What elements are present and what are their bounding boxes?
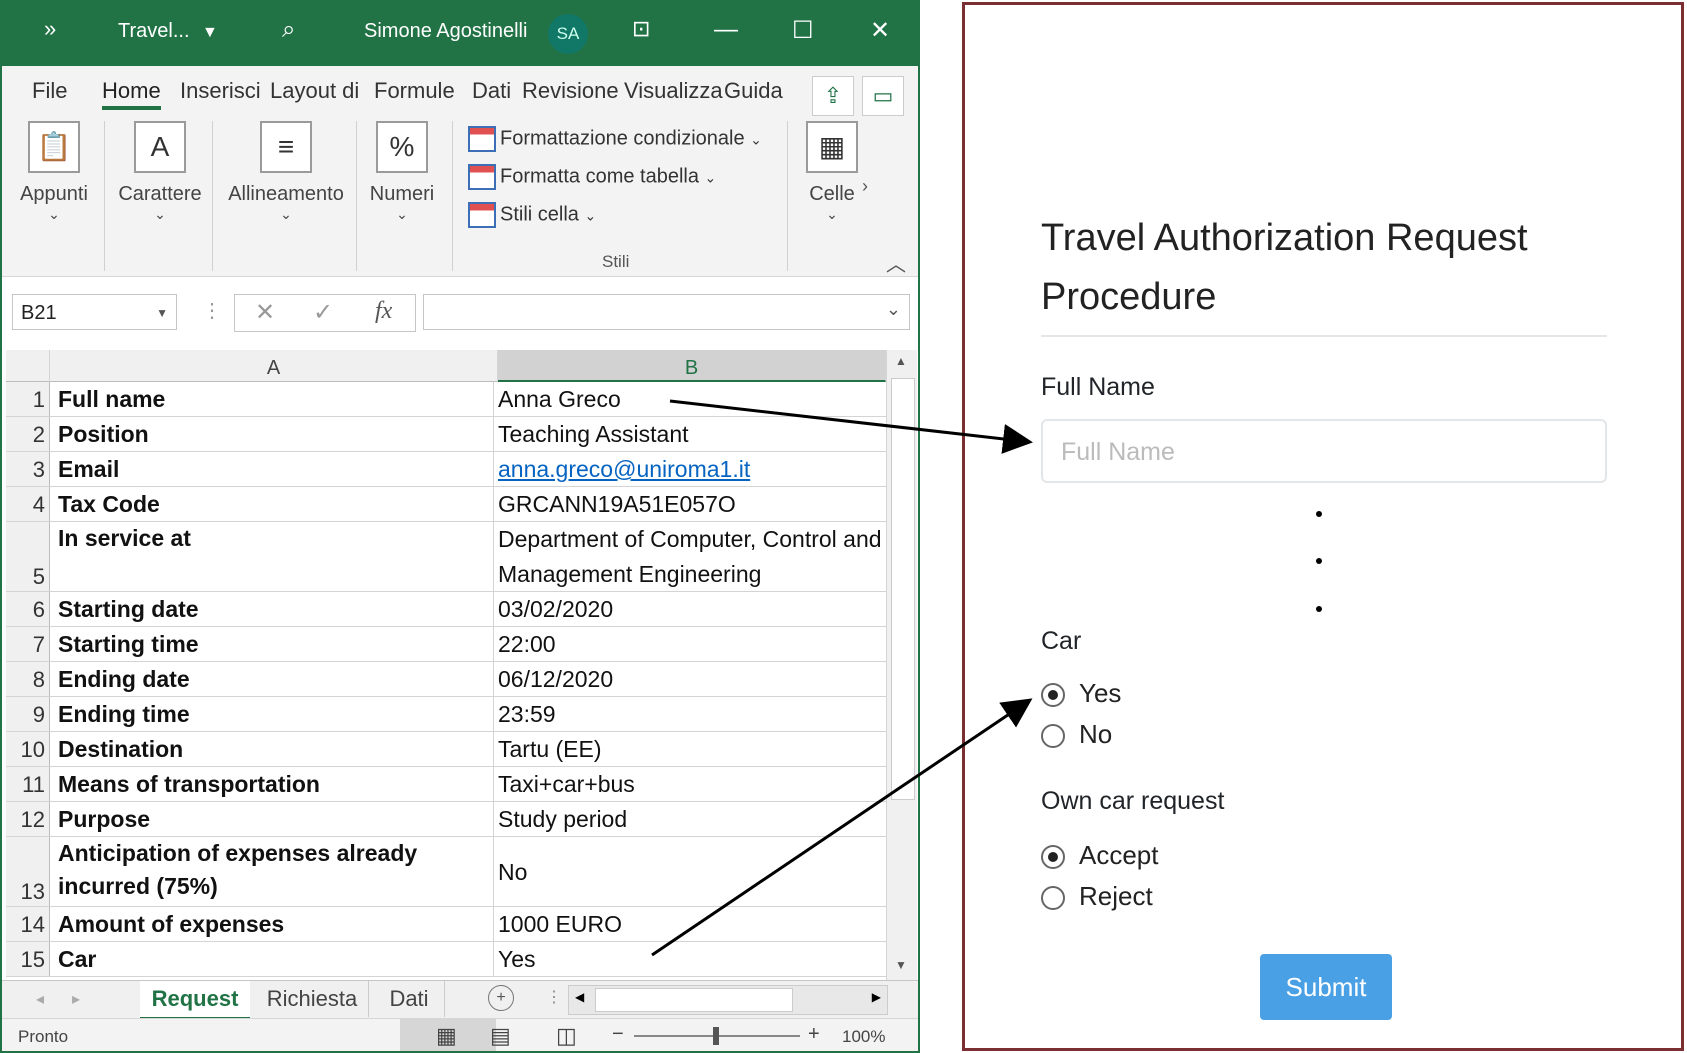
mapping-arrows xyxy=(651,399,1033,957)
arrow-car-to-radio xyxy=(651,698,1033,957)
arrow-fullname-to-input xyxy=(669,399,1033,454)
